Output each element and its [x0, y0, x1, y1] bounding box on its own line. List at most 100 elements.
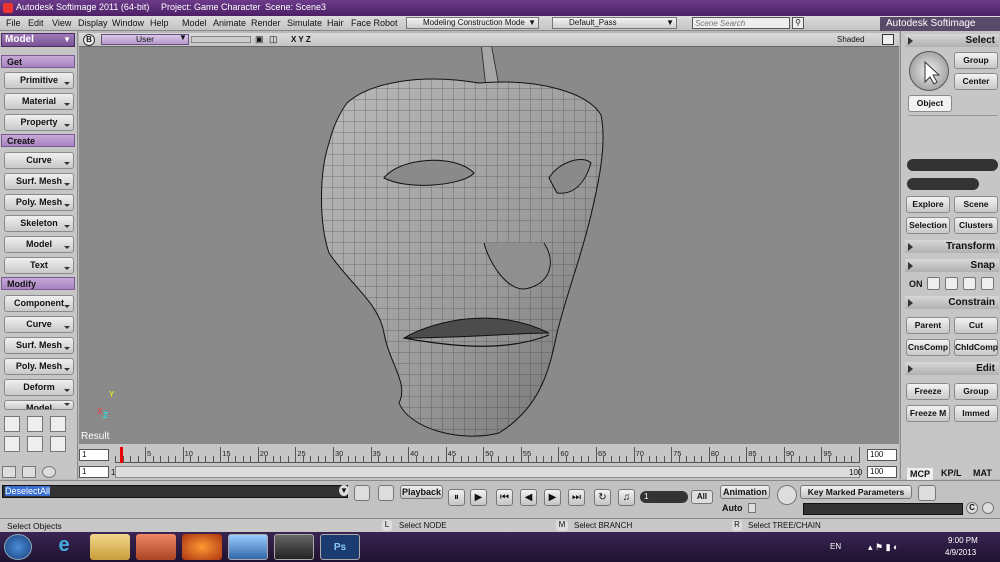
scene-search-input[interactable] — [692, 17, 790, 29]
playhead[interactable] — [120, 447, 123, 463]
render-icon[interactable] — [42, 466, 56, 478]
tools-icon[interactable] — [22, 466, 36, 478]
selection-button[interactable]: Selection — [906, 217, 950, 234]
loop-icon[interactable]: ↻ — [594, 489, 611, 506]
select-arrow-icon[interactable] — [909, 51, 949, 91]
tray-icons[interactable]: ▴ ⚑ ▮ ◐ — [868, 542, 898, 553]
view-toggles[interactable] — [191, 36, 251, 43]
section-get[interactable]: Get — [1, 55, 75, 68]
snap-header[interactable]: Snap — [905, 259, 999, 272]
menu-render[interactable]: Render — [251, 18, 281, 28]
layout-single-icon[interactable] — [27, 416, 43, 432]
timeline[interactable]: 1 5 10 15 20 25 30 35 40 45 50 55 60 65 70 75 80 85 90 95 … — [79, 444, 899, 480]
layout-quad-icon[interactable] — [4, 416, 20, 432]
menu-view[interactable]: View — [52, 18, 71, 28]
menu-help[interactable]: Help — [150, 18, 169, 28]
menu-face-robot[interactable]: Face Robot — [351, 18, 398, 28]
clusters-button[interactable]: Clusters — [954, 217, 998, 234]
window-icon[interactable] — [228, 534, 268, 560]
viewport-letter[interactable]: B — [83, 34, 95, 46]
cut-button[interactable]: Cut — [954, 317, 998, 334]
snap-on-toggle[interactable]: ON — [909, 279, 923, 289]
lock-icon[interactable] — [378, 485, 394, 501]
edit-header[interactable]: Edit — [905, 362, 999, 375]
center-button[interactable]: Center — [954, 73, 998, 90]
text-button[interactable]: Text — [4, 257, 74, 274]
current-frame-field[interactable]: 1 — [640, 491, 688, 503]
text-field-2[interactable] — [907, 178, 979, 190]
snap-grid-icon[interactable] — [981, 277, 994, 290]
first-frame-icon[interactable]: ⏮ — [496, 489, 513, 506]
menu-model[interactable]: Model — [182, 18, 207, 28]
range-start-field[interactable]: 1 — [79, 466, 109, 478]
snap-point-icon[interactable] — [927, 277, 940, 290]
previous-frame-icon[interactable]: ◀ — [520, 489, 537, 506]
menu-simulate[interactable]: Simulate — [287, 18, 322, 28]
object-button[interactable]: Object — [908, 95, 952, 112]
auto-key-indicator[interactable] — [748, 503, 756, 513]
module-select[interactable]: Model ▼ — [1, 33, 75, 47]
key-icon[interactable] — [777, 485, 797, 505]
start-button[interactable] — [4, 534, 32, 560]
clock-time[interactable]: 9:00 PM — [948, 536, 978, 545]
photoshop-icon[interactable]: Ps — [320, 534, 360, 560]
section-modify[interactable]: Modify — [1, 277, 75, 290]
menu-window[interactable]: Window — [112, 18, 144, 28]
ie-icon[interactable]: e — [44, 534, 84, 560]
command-line[interactable]: DeselectAll — [2, 485, 348, 498]
key-marked-parameters-button[interactable]: Key Marked Parameters — [800, 485, 912, 499]
axes-label[interactable]: X Y Z — [291, 35, 311, 44]
range-end-field[interactable]: 100 — [867, 466, 897, 478]
key-lock-icon[interactable] — [918, 485, 936, 501]
explore-button[interactable]: Explore — [906, 196, 950, 213]
firefox-icon[interactable] — [182, 534, 222, 560]
softimage-icon[interactable] — [274, 534, 314, 560]
immed-button[interactable]: Immed — [954, 405, 998, 422]
modify-poly-mesh-button[interactable]: Poly. Mesh — [4, 358, 74, 375]
edit-group-button[interactable]: Group — [954, 383, 998, 400]
create-curve-button[interactable]: Curve — [4, 152, 74, 169]
modify-curve-button[interactable]: Curve — [4, 316, 74, 333]
playback-menu-button[interactable]: Playback — [400, 485, 443, 499]
clock-date[interactable]: 4/9/2013 — [945, 548, 976, 557]
menu-display[interactable]: Display — [78, 18, 108, 28]
play-icon[interactable]: ▶ — [544, 489, 561, 506]
create-model-button[interactable]: Model — [4, 236, 74, 253]
chldcomp-button[interactable]: ChldComp — [954, 339, 998, 356]
tab-mat[interactable]: MAT — [973, 468, 992, 478]
tab-kpl[interactable]: KP/L — [941, 468, 962, 478]
deform-button[interactable]: Deform — [4, 379, 74, 396]
chevron-down-icon[interactable]: ▼ — [339, 485, 349, 496]
next-key-icon[interactable]: ▶ — [470, 489, 487, 506]
camera-select[interactable]: User — [101, 34, 189, 45]
select-header[interactable]: Select — [905, 34, 999, 47]
create-surf-mesh-button[interactable]: Surf. Mesh — [4, 173, 74, 190]
skeleton-button[interactable]: Skeleton — [4, 215, 74, 232]
maximize-viewport-icon[interactable] — [882, 34, 894, 45]
primitive-button[interactable]: Primitive — [4, 72, 74, 89]
settings-icon[interactable] — [982, 502, 994, 514]
timeline-start-field[interactable]: 1 — [79, 449, 109, 461]
component-button[interactable]: Component — [4, 295, 74, 312]
media-player-icon[interactable] — [136, 534, 176, 560]
last-frame-icon[interactable]: ⏭ — [568, 489, 585, 506]
modify-surf-mesh-button[interactable]: Surf. Mesh — [4, 337, 74, 354]
tab-mcp[interactable]: MCP — [907, 468, 933, 480]
freeze-button[interactable]: Freeze — [906, 383, 950, 400]
group-button[interactable]: Group — [954, 52, 998, 69]
transform-header[interactable]: Transform — [905, 240, 999, 253]
language-indicator[interactable]: EN — [830, 542, 841, 551]
constrain-header[interactable]: Constrain — [905, 296, 999, 309]
section-create[interactable]: Create — [1, 134, 75, 147]
layout-grid-icon[interactable] — [50, 416, 66, 432]
snap-curve-icon[interactable] — [945, 277, 958, 290]
menu-hair[interactable]: Hair — [327, 18, 344, 28]
viewport[interactable]: Y X Z Result — [79, 33, 899, 444]
audio-icon[interactable]: ♫ — [618, 489, 635, 506]
display-mode[interactable]: Shaded — [837, 35, 865, 44]
camera-icon[interactable]: ▣ — [255, 34, 264, 45]
snap-surface-icon[interactable] — [963, 277, 976, 290]
key-field[interactable] — [803, 503, 963, 515]
command-completion-icon[interactable]: C — [966, 502, 978, 514]
hierarchy-icon[interactable] — [2, 466, 16, 478]
